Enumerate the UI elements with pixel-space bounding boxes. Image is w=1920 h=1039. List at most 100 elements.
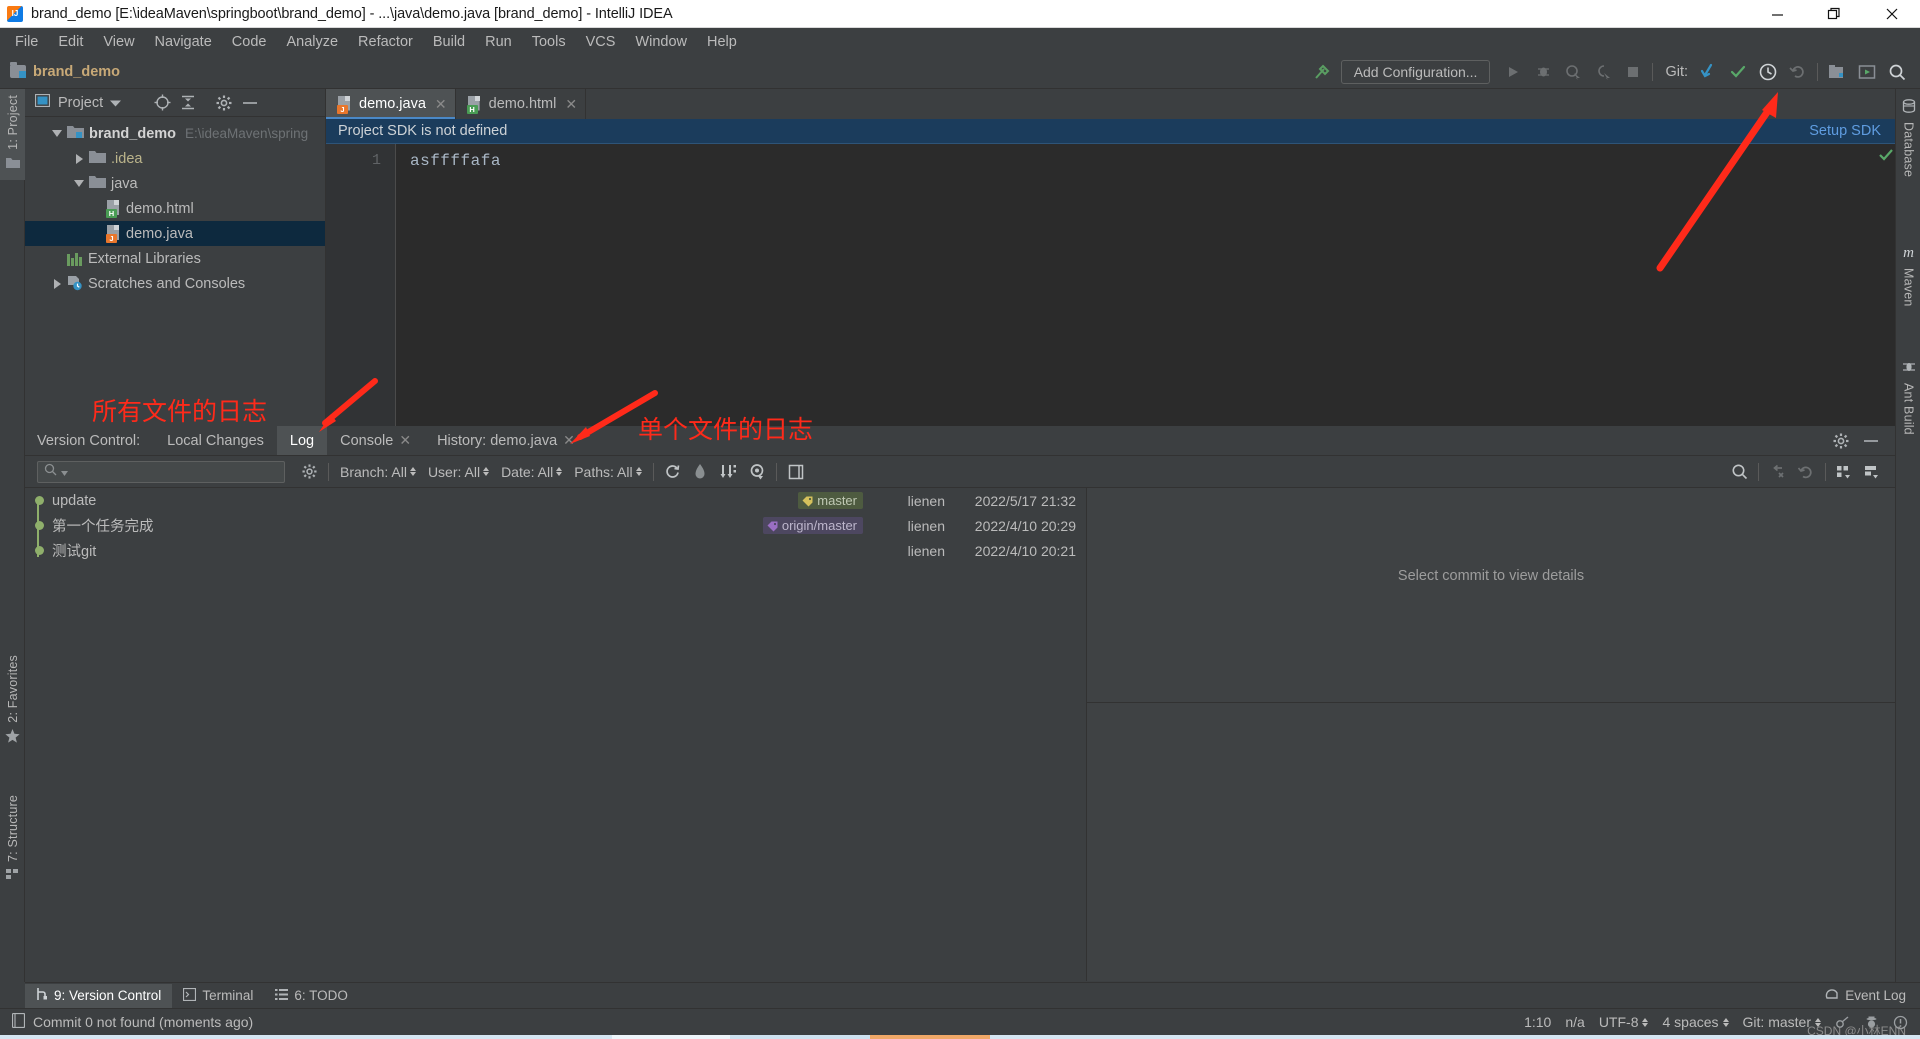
code-text[interactable]: asffffafa <box>396 144 1895 426</box>
filter-paths[interactable]: Paths: All <box>568 464 647 480</box>
expand-arrow-down-icon[interactable] <box>47 130 67 137</box>
cherry-pick-icon[interactable] <box>1764 459 1792 485</box>
hide-panel-icon[interactable] <box>237 90 263 116</box>
setup-sdk-link[interactable]: Setup SDK <box>1809 123 1881 139</box>
commit-row[interactable]: 第一个任务完成 origin/master lienen 2022/4/10 2… <box>25 513 1086 538</box>
maximize-button[interactable] <box>1806 0 1863 28</box>
tab-demo-java[interactable]: J demo.java ✕ <box>326 89 456 119</box>
close-icon[interactable]: ✕ <box>399 432 411 449</box>
select-opened-file-icon[interactable] <box>149 90 175 116</box>
gear-icon[interactable] <box>211 90 237 116</box>
details-splitter[interactable] <box>1087 702 1895 703</box>
bottom-button-version-control[interactable]: 9: Version Control <box>25 983 173 1008</box>
sidebar-item-maven[interactable]: m Maven <box>1896 239 1920 313</box>
search-everywhere-icon[interactable] <box>1882 57 1912 87</box>
close-icon[interactable]: ✕ <box>435 96 447 113</box>
close-icon[interactable]: ✕ <box>563 432 575 449</box>
filter-branch[interactable]: Branch: All <box>334 464 422 480</box>
project-structure-icon[interactable] <box>1822 57 1852 87</box>
filter-settings-gear-icon[interactable] <box>295 459 323 485</box>
code-editor[interactable]: 1 asffffafa <box>326 144 1895 426</box>
menu-refactor[interactable]: Refactor <box>348 32 423 52</box>
git-commit-icon[interactable] <box>1723 57 1753 87</box>
sidebar-item-favorites[interactable]: 2: Favorites <box>0 649 25 752</box>
stop-icon[interactable] <box>1618 57 1648 87</box>
close-button[interactable] <box>1863 0 1920 28</box>
intellisort-icon[interactable] <box>715 459 743 485</box>
remote-ref-chip[interactable]: origin/master <box>762 517 863 534</box>
sidebar-item-structure[interactable]: 7: Structure <box>0 789 25 889</box>
menu-edit[interactable]: Edit <box>48 32 93 52</box>
collapse-all-icon[interactable] <box>175 90 201 116</box>
git-history-icon[interactable] <box>1753 57 1783 87</box>
expand-arrow-right-icon[interactable] <box>47 278 67 289</box>
search-dropdown-icon[interactable] <box>61 463 68 481</box>
git-rollback-icon[interactable] <box>1783 57 1813 87</box>
revert-icon[interactable] <box>1792 459 1820 485</box>
highlight-my-commits-icon[interactable] <box>687 459 715 485</box>
breadcrumb[interactable]: brand_demo <box>33 64 120 80</box>
menu-vcs[interactable]: VCS <box>576 32 626 52</box>
menu-build[interactable]: Build <box>423 32 475 52</box>
filter-user[interactable]: User: All <box>422 464 495 480</box>
encoding-selector[interactable]: UTF-8 <box>1599 1014 1649 1030</box>
sidebar-item-database[interactable]: Database <box>1896 93 1920 183</box>
filter-date[interactable]: Date: All <box>495 464 568 480</box>
run-with-coverage-icon[interactable] <box>1558 57 1588 87</box>
tab-log[interactable]: Log <box>276 426 328 455</box>
menu-tools[interactable]: Tools <box>522 32 576 52</box>
tree-node-demo-java[interactable]: J demo.java <box>25 221 325 246</box>
search-input[interactable] <box>37 460 285 483</box>
branch-ref-chip[interactable]: master <box>798 492 863 509</box>
tree-node-brand-demo[interactable]: brand_demo E:\ideaMaven\spring <box>25 121 325 146</box>
menu-view[interactable]: View <box>93 32 144 52</box>
menu-file[interactable]: File <box>5 32 48 52</box>
bottom-button-terminal[interactable]: Terminal <box>172 984 264 1008</box>
chevron-down-icon[interactable] <box>110 94 122 112</box>
menu-help[interactable]: Help <box>697 32 747 52</box>
line-separator[interactable]: n/a <box>1565 1014 1584 1030</box>
sidebar-item-ant-build[interactable]: Ant Build <box>1896 354 1920 441</box>
menu-code[interactable]: Code <box>222 32 277 52</box>
commit-row[interactable]: update master lienen 2022/5/17 21:32 <box>25 488 1086 513</box>
tree-node-java[interactable]: java <box>25 171 325 196</box>
menu-window[interactable]: Window <box>625 32 697 52</box>
run-icon[interactable] <box>1498 57 1528 87</box>
profile-icon[interactable] <box>1588 57 1618 87</box>
show-long-edges-icon[interactable] <box>743 459 771 485</box>
menu-navigate[interactable]: Navigate <box>145 32 222 52</box>
expand-arrow-right-icon[interactable] <box>69 153 89 164</box>
sdk-manager-icon[interactable] <box>1852 57 1882 87</box>
build-hammer-icon[interactable] <box>1307 57 1337 87</box>
minimize-button[interactable] <box>1749 0 1806 28</box>
sidebar-item-project[interactable]: 1: Project <box>0 89 25 180</box>
refresh-icon[interactable] <box>659 459 687 485</box>
add-configuration-button[interactable]: Add Configuration... <box>1340 59 1491 84</box>
menu-run[interactable]: Run <box>475 32 522 52</box>
tab-demo-html[interactable]: H demo.html ✕ <box>456 89 587 119</box>
layout-icon[interactable] <box>1859 459 1887 485</box>
group-by-icon[interactable] <box>1831 459 1859 485</box>
debug-icon[interactable] <box>1528 57 1558 87</box>
commit-list[interactable]: update master lienen 2022/5/17 21:32 第一个… <box>25 488 1087 981</box>
show-diff-preview-icon[interactable] <box>782 459 810 485</box>
tree-node-external-libraries[interactable]: External Libraries <box>25 246 325 271</box>
gear-icon[interactable] <box>1827 428 1855 454</box>
hide-panel-icon[interactable] <box>1857 428 1885 454</box>
tab-history-demo-java[interactable]: History: demo.java ✕ <box>424 426 588 455</box>
git-update-project-icon[interactable] <box>1693 57 1723 87</box>
close-icon[interactable]: ✕ <box>565 96 577 113</box>
expand-arrow-down-icon[interactable] <box>69 180 89 187</box>
tab-console[interactable]: Console ✕ <box>327 426 424 455</box>
indent-selector[interactable]: 4 spaces <box>1662 1014 1729 1030</box>
caret-position[interactable]: 1:10 <box>1524 1014 1551 1030</box>
tree-node-idea[interactable]: .idea <box>25 146 325 171</box>
tree-node-demo-html[interactable]: H demo.html <box>25 196 325 221</box>
commit-row[interactable]: 测试git lienen 2022/4/10 20:21 <box>25 538 1086 563</box>
tab-local-changes[interactable]: Local Changes <box>154 426 277 455</box>
bottom-button-todo[interactable]: 6: TODO <box>264 984 359 1008</box>
editor-markup-bar[interactable] <box>1877 144 1895 426</box>
event-log-label[interactable]: Event Log <box>1845 988 1906 1003</box>
search-icon[interactable] <box>1725 459 1753 485</box>
menu-analyze[interactable]: Analyze <box>276 32 348 52</box>
